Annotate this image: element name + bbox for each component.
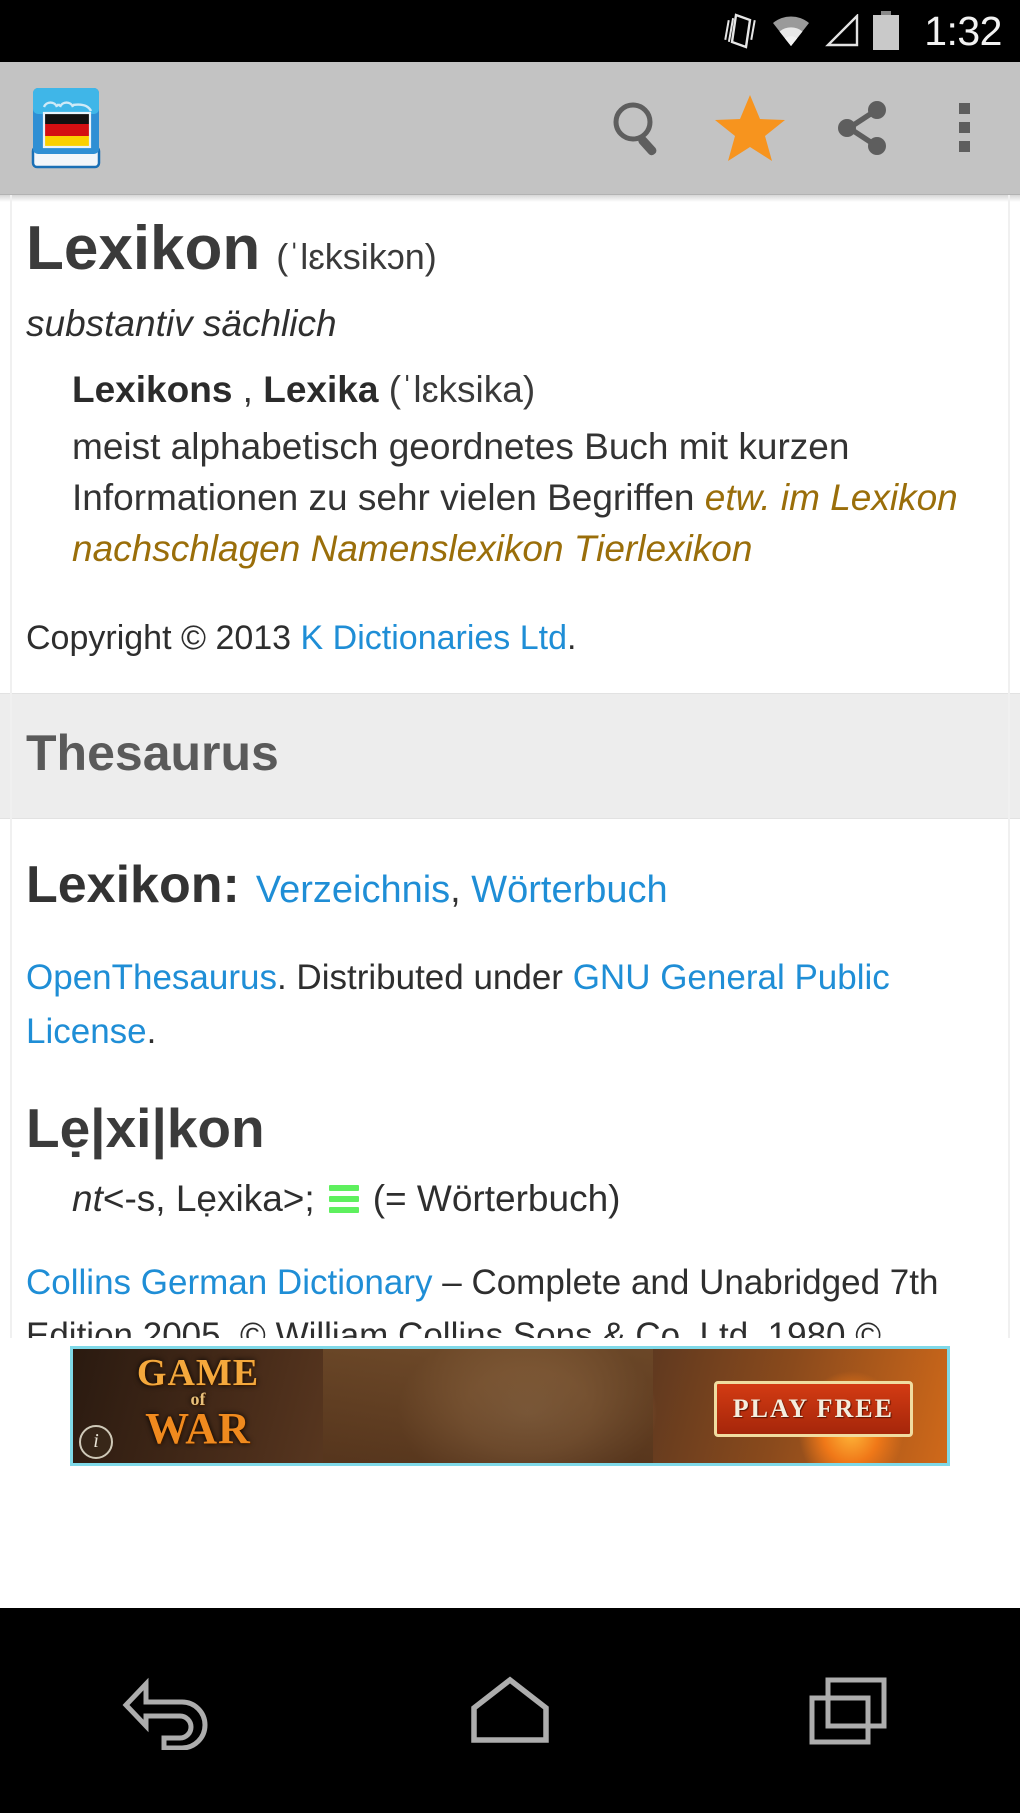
definition-line: meist alphabetisch geordnetes Buch mit k… [72,421,994,574]
recents-icon[interactable] [750,1608,950,1813]
battery-icon [873,11,900,50]
share-icon[interactable] [806,62,918,195]
inflection-plural-2: Lexika [263,369,379,411]
left-rule [10,195,12,1473]
three-bars-icon [328,1184,359,1213]
action-bar [0,62,1020,195]
right-rule [1008,195,1010,1473]
status-clock: 1:32 [924,7,1002,54]
ad-title: GAME of WAR [93,1351,303,1453]
collins-gloss: (= Wörterbuch) [372,1177,621,1219]
collins-forms: <-s, Lẹxika>; [102,1177,315,1219]
copyright-suffix: . [567,619,577,658]
synonyms-list: Verzeichnis, Wörterbuch [256,869,668,912]
back-icon[interactable] [70,1608,270,1813]
wifi-icon [773,16,810,46]
ad-banner[interactable]: GAME of WAR PLAY FREE i [70,1345,950,1466]
german-dictionary-book-icon[interactable] [28,85,104,171]
android-navigation-bar [0,1608,1020,1813]
article-scroll-area[interactable]: Lexikon (ˈlɛksikɔn) substantiv sächlich … [0,195,1020,1473]
search-icon[interactable] [582,62,694,195]
ad-throne-art [323,1348,653,1463]
ad-title-line-1: GAME [136,1351,260,1394]
thesaurus-attribution: OpenThesaurus. Distributed under GNU Gen… [26,951,994,1057]
collins-pos: nt [72,1177,103,1219]
copyright-prefix: Copyright © 2013 [26,619,301,658]
thesaurus-section-header: Thesaurus [0,693,1020,820]
ad-banner-container: GAME of WAR PLAY FREE i [0,1338,1020,1473]
ad-info-icon[interactable]: i [79,1424,113,1459]
signal-icon [825,14,859,47]
inflection-ipa: (ˈlɛksika) [378,369,536,411]
collins-dictionary-link[interactable]: Collins German Dictionary [26,1263,433,1302]
inflections-line: Lexikons , Lexika (ˈlɛksika) [72,365,994,415]
entry-headword: Lexikon [26,214,261,283]
collins-headword: Lẹ|xi|kon [26,1096,265,1159]
kdictionaries-copyright: Copyright © 2013 K Dictionaries Ltd. [26,614,994,663]
android-screen: 1:32 Lexikon (ˈlɛksikɔn) substantiv säch… [0,0,1020,1813]
ad-play-free-button[interactable]: PLAY FREE [713,1380,913,1437]
synonyms-row: Lexikon: Verzeichnis, Wörterbuch [26,855,994,915]
status-icons: 1:32 [724,7,1002,54]
section-title: Thesaurus [26,725,279,782]
synonym-link-1[interactable]: Verzeichnis [256,869,450,911]
home-icon[interactable] [410,1608,610,1813]
attribution-mid-text: . Distributed under [276,958,573,998]
openthesaurus-link[interactable]: OpenThesaurus [26,958,277,997]
kdictionaries-link[interactable]: K Dictionaries Ltd [301,619,567,657]
entry-ipa: (ˈlɛksikɔn) [276,236,437,277]
collins-grammar-line: nt <-s, Lẹxika>; (= Wörterbuch) [72,1178,994,1220]
part-of-speech: substantiv sächlich [26,303,337,345]
entry-headword-row: Lexikon (ˈlɛksikɔn) [26,216,994,281]
vibrate-icon [724,13,756,49]
thesaurus-entry: Lexikon: Verzeichnis, Wörterbuch OpenThe… [0,855,1020,1415]
inflection-separator: , [232,369,264,411]
synonym-link-2[interactable]: Wörterbuch [471,869,667,911]
kdictionaries-entry: Lexikon (ˈlɛksikɔn) substantiv sächlich … [0,216,1020,663]
sense-block: Lexikons , Lexika (ˈlɛksika) meist alpha… [72,365,994,574]
inflection-plural-1: Lexikons [72,369,233,411]
ad-title-line-3: WAR [145,1403,251,1453]
scroll-top-shadow [0,195,1020,202]
thesaurus-headword: Lexikon: [26,856,240,915]
status-bar: 1:32 [0,0,1020,62]
star-icon[interactable] [694,62,806,195]
attribution-end-text: . [146,1011,157,1051]
overflow-menu-icon[interactable] [918,62,1010,195]
synonym-separator: , [450,869,472,912]
